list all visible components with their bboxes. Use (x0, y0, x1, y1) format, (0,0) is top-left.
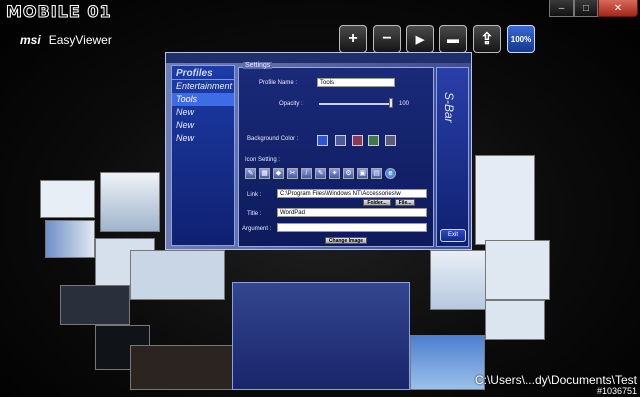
mobile01-logo: MOBILE 01 (6, 2, 112, 22)
profile-name-label: Profile Name : (259, 80, 298, 86)
argument-label: Argument : (242, 226, 272, 232)
profile-item-new-2[interactable]: New (172, 119, 234, 132)
opacity-slider-thumb[interactable] (389, 98, 393, 108)
thumbnail-image[interactable] (410, 335, 485, 390)
maximize-button[interactable]: □ (574, 0, 598, 17)
settings-panel: Settings Profile Name : Tools Opacity : … (238, 62, 434, 247)
profiles-header: Profiles (172, 66, 234, 80)
window-icon[interactable]: ▤ (371, 168, 382, 179)
folder-icon: ▬ (447, 32, 459, 46)
thumbnail-image[interactable] (430, 250, 490, 310)
calculator-icon[interactable]: ▦ (259, 168, 270, 179)
thumbnail-image[interactable] (130, 250, 225, 300)
profile-item-entertainment[interactable]: Entertainment (172, 80, 234, 93)
thumbnail-image[interactable] (40, 180, 95, 218)
export-button[interactable]: ⇪ (473, 25, 501, 53)
link-label: Link : (247, 192, 262, 198)
color-swatch-green[interactable] (368, 135, 379, 146)
thumbnail-image[interactable] (485, 300, 545, 340)
msi-logo: msi (20, 33, 41, 47)
title-input[interactable]: WordPad (277, 208, 427, 217)
s-bar-preview: S-Bar Exit (436, 67, 469, 247)
play-icon: ▶ (415, 33, 425, 46)
settings-icon[interactable]: ⚙ (343, 168, 354, 179)
minus-icon: − (382, 30, 392, 47)
profile-item-new-3[interactable]: New (172, 132, 234, 145)
thumbnail-image[interactable] (130, 345, 235, 390)
watermark: #1036751 (596, 386, 637, 396)
close-button[interactable]: ✕ (598, 0, 638, 17)
color-swatch-gray[interactable] (385, 135, 396, 146)
opacity-value: 100 (399, 101, 410, 107)
profile-name-input[interactable]: Tools (317, 78, 395, 87)
settings-dialog: Profiles Entertainment Tools New New New… (165, 52, 472, 250)
dialog-titlebar (166, 53, 471, 63)
background-color-label: Background Color : (247, 136, 299, 142)
thumbnail-image[interactable] (485, 240, 550, 300)
globe-icon[interactable]: e (385, 168, 396, 179)
exit-button[interactable]: Exit (440, 229, 466, 242)
thumbnail-image[interactable] (45, 220, 95, 258)
opacity-label: Opacity : (279, 101, 303, 107)
pencil-icon[interactable]: ✎ (315, 168, 326, 179)
actual-size-button[interactable]: 100% (507, 25, 535, 53)
picture-icon[interactable]: ▣ (357, 168, 368, 179)
link-input[interactable]: C:\Program Files\Windows NT\Accessories\… (277, 189, 427, 198)
app-title: EasyViewer (48, 33, 112, 47)
plus-icon: + (348, 30, 358, 47)
current-path: C:\Users\...dy\Documents\Test (474, 373, 637, 387)
color-swatch-maroon[interactable] (352, 135, 363, 146)
s-bar-title: S-Bar (442, 92, 456, 123)
icon-setting-label: Icon Setting : (245, 157, 281, 163)
easyviewer-window: MOBILE 01 – □ ✕ msi EasyViewer + − ▶ ▬ ⇪ … (0, 0, 640, 397)
app-brand: msi EasyViewer (20, 33, 112, 47)
export-icon: ⇪ (480, 31, 494, 48)
paint-icon[interactable]: ◆ (273, 168, 284, 179)
brush-icon[interactable]: ✦ (329, 168, 340, 179)
wrench-icon[interactable]: ✎ (245, 168, 256, 179)
argument-input[interactable] (277, 223, 427, 232)
open-folder-button[interactable]: ▬ (439, 25, 467, 53)
opacity-slider[interactable] (319, 103, 393, 105)
minimize-button[interactable]: – (549, 0, 574, 17)
file-browse-button[interactable]: File... (395, 199, 415, 206)
change-image-button[interactable]: Change Image (325, 237, 367, 244)
color-swatch-slate[interactable] (335, 135, 346, 146)
profile-item-tools[interactable]: Tools (172, 93, 234, 106)
zoom-100-label: 100% (510, 34, 532, 44)
thumbnail-image[interactable] (60, 285, 130, 325)
thumbnail-image[interactable] (232, 282, 410, 390)
slideshow-button[interactable]: ▶ (406, 25, 434, 53)
wand-icon[interactable]: / (301, 168, 312, 179)
tools-icon[interactable]: ✂ (287, 168, 298, 179)
title-label: Title : (247, 211, 262, 217)
thumbnail-image[interactable] (100, 172, 160, 232)
thumbnail-image[interactable] (475, 155, 535, 245)
zoom-out-button[interactable]: − (373, 25, 401, 53)
zoom-in-button[interactable]: + (339, 25, 367, 53)
profile-item-new-1[interactable]: New (172, 106, 234, 119)
folder-browse-button[interactable]: Folder... (363, 199, 391, 206)
color-swatch-blue[interactable] (317, 135, 328, 146)
settings-title: Settings (243, 62, 273, 69)
profiles-panel: Profiles Entertainment Tools New New New (171, 65, 235, 246)
